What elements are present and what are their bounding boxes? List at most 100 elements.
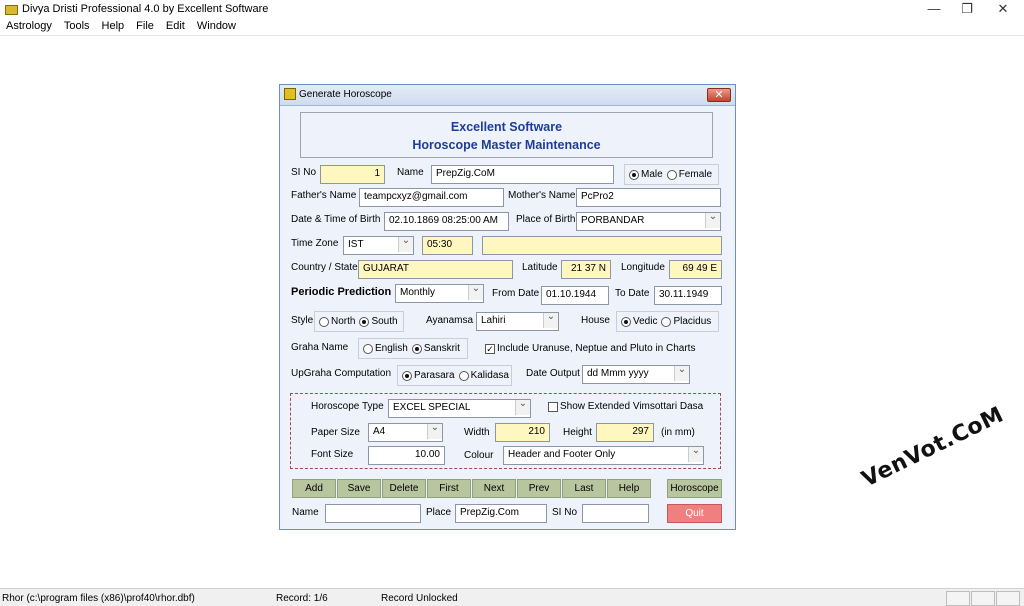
english-radio[interactable] bbox=[363, 343, 373, 354]
longitude-field[interactable]: 69 49 E bbox=[669, 260, 722, 279]
header-subtitle: Horoscope Master Maintenance bbox=[412, 138, 601, 152]
search-place-label: Place bbox=[426, 507, 452, 518]
include-checkbox[interactable]: ✓ bbox=[485, 343, 495, 354]
delete-button[interactable]: Delete bbox=[382, 479, 426, 498]
father-label: Father's Name bbox=[291, 190, 357, 201]
next-button[interactable]: Next bbox=[472, 479, 516, 498]
horoscope-button[interactable]: Horoscope bbox=[667, 479, 722, 498]
from-date-field[interactable]: 01.10.1944 bbox=[541, 286, 609, 305]
close-button[interactable]: ✕ bbox=[986, 0, 1020, 18]
font-size-field[interactable]: 10.00 bbox=[368, 446, 445, 465]
show-extended-checkbox[interactable] bbox=[548, 401, 558, 412]
ayanamsa-label: Ayanamsa bbox=[426, 315, 474, 326]
periodic-combo[interactable]: Monthly bbox=[395, 284, 484, 303]
si-no-label: SI No bbox=[291, 167, 317, 178]
dob-field[interactable]: 02.10.1869 08:25:00 AM bbox=[384, 212, 509, 231]
status-path: Rhor (c:\program files (x86)\prof40\rhor… bbox=[2, 593, 195, 604]
search-name-field[interactable] bbox=[325, 504, 421, 523]
parasara-radio[interactable] bbox=[402, 370, 412, 381]
graha-english-option[interactable]: English bbox=[363, 343, 408, 354]
male-radio[interactable] bbox=[629, 169, 639, 180]
include-label: Include Uranuse, Neptue and Pluto in Cha… bbox=[497, 343, 696, 354]
quit-button[interactable]: Quit bbox=[667, 504, 722, 523]
menu-file[interactable]: File bbox=[130, 18, 160, 36]
female-radio[interactable] bbox=[666, 169, 677, 180]
father-field[interactable]: teampcxyz@gmail.com bbox=[359, 188, 504, 207]
include-outer-planets-option[interactable]: ✓ Include Uranuse, Neptue and Pluto in C… bbox=[485, 343, 695, 354]
kalidasa-radio[interactable] bbox=[458, 370, 469, 381]
sanskrit-radio[interactable] bbox=[411, 343, 422, 354]
first-button[interactable]: First bbox=[427, 479, 471, 498]
horoscope-type-combo[interactable]: EXCEL SPECIAL bbox=[388, 399, 531, 418]
pob-combo[interactable]: PORBANDAR bbox=[576, 212, 721, 231]
mother-field[interactable]: PcPro2 bbox=[576, 188, 721, 207]
show-extended-option[interactable]: Show Extended Vimsottari Dasa bbox=[548, 401, 703, 412]
tz-combo[interactable]: IST bbox=[343, 236, 414, 255]
restore-button[interactable]: ❐ bbox=[950, 0, 984, 18]
search-si-label: SI No bbox=[552, 507, 578, 518]
app-logo-icon bbox=[4, 3, 18, 15]
search-si-field[interactable] bbox=[582, 504, 649, 523]
paper-size-combo[interactable]: A4 bbox=[368, 423, 443, 442]
search-place-field[interactable]: PrepZig.Com bbox=[455, 504, 547, 523]
tz-offset-field[interactable]: 05:30 bbox=[422, 236, 473, 255]
app-title-text: Divya Dristi Professional 4.0 by Excelle… bbox=[22, 3, 269, 15]
country-field[interactable]: GUJARAT bbox=[358, 260, 513, 279]
kalidasa-label: Kalidasa bbox=[470, 370, 509, 381]
add-button[interactable]: Add bbox=[292, 479, 336, 498]
dialog-title: Generate Horoscope bbox=[299, 89, 392, 100]
minimize-button[interactable]: — bbox=[917, 0, 951, 18]
gender-male-option[interactable]: Male bbox=[629, 169, 663, 180]
menu-astrology[interactable]: Astrology bbox=[0, 18, 58, 36]
show-extended-label: Show Extended Vimsottari Dasa bbox=[560, 401, 704, 412]
menu-divider bbox=[0, 35, 1024, 36]
house-label: House bbox=[581, 315, 610, 326]
dob-label: Date & Time of Birth bbox=[291, 214, 381, 225]
date-output-combo[interactable]: dd Mmm yyyy bbox=[582, 365, 690, 384]
date-output-label: Date Output bbox=[526, 368, 580, 379]
dialog-titlebar[interactable]: Generate Horoscope ✕ bbox=[280, 85, 735, 106]
upgraha-kalidasa-option[interactable]: Kalidasa bbox=[458, 370, 509, 381]
upgraha-parasara-option[interactable]: Parasara bbox=[402, 370, 455, 381]
si-no-field[interactable]: 1 bbox=[320, 165, 385, 184]
status-bar: Rhor (c:\program files (x86)\prof40\rhor… bbox=[0, 588, 1024, 606]
house-placidus-option[interactable]: Placidus bbox=[661, 316, 711, 327]
dialog-close-button[interactable]: ✕ bbox=[707, 88, 731, 102]
south-radio[interactable] bbox=[359, 316, 370, 327]
graha-sanskrit-option[interactable]: Sanskrit bbox=[411, 343, 460, 354]
house-vedic-option[interactable]: Vedic bbox=[621, 316, 657, 327]
unit-label: (in mm) bbox=[661, 427, 695, 438]
tz-label: Time Zone bbox=[291, 238, 339, 249]
colour-combo[interactable]: Header and Footer Only bbox=[503, 446, 704, 465]
menu-window[interactable]: Window bbox=[191, 18, 242, 36]
style-north-option[interactable]: North bbox=[319, 316, 355, 327]
width-field[interactable]: 210 bbox=[495, 423, 550, 442]
parasara-label: Parasara bbox=[414, 370, 455, 381]
longitude-label: Longitude bbox=[621, 262, 665, 273]
colour-label: Colour bbox=[464, 450, 494, 461]
menu-edit[interactable]: Edit bbox=[160, 18, 191, 36]
north-radio[interactable] bbox=[319, 316, 329, 327]
to-date-field[interactable]: 30.11.1949 bbox=[654, 286, 722, 305]
status-panel-2 bbox=[971, 591, 995, 606]
vedic-radio[interactable] bbox=[621, 316, 631, 327]
name-field[interactable]: PrepZig.CoM bbox=[431, 165, 614, 184]
style-south-option[interactable]: South bbox=[359, 316, 398, 327]
status-panel-1 bbox=[946, 591, 970, 606]
dialog-app-icon bbox=[284, 88, 296, 100]
help-button[interactable]: Help bbox=[607, 479, 651, 498]
tz-extra-field[interactable] bbox=[482, 236, 722, 255]
ayanamsa-combo[interactable]: Lahiri bbox=[476, 312, 559, 331]
latitude-field[interactable]: 21 37 N bbox=[561, 260, 611, 279]
save-button[interactable]: Save bbox=[337, 479, 381, 498]
menu-tools[interactable]: Tools bbox=[58, 18, 96, 36]
menu-help[interactable]: Help bbox=[96, 18, 131, 36]
latitude-label: Latitude bbox=[522, 262, 558, 273]
height-field[interactable]: 297 bbox=[596, 423, 654, 442]
upgraha-label: UpGraha Computation bbox=[291, 368, 392, 379]
last-button[interactable]: Last bbox=[562, 479, 606, 498]
gender-female-option[interactable]: Female bbox=[666, 169, 712, 180]
placidus-radio[interactable] bbox=[661, 316, 672, 327]
prev-button[interactable]: Prev bbox=[517, 479, 561, 498]
paper-size-label: Paper Size bbox=[311, 427, 360, 438]
